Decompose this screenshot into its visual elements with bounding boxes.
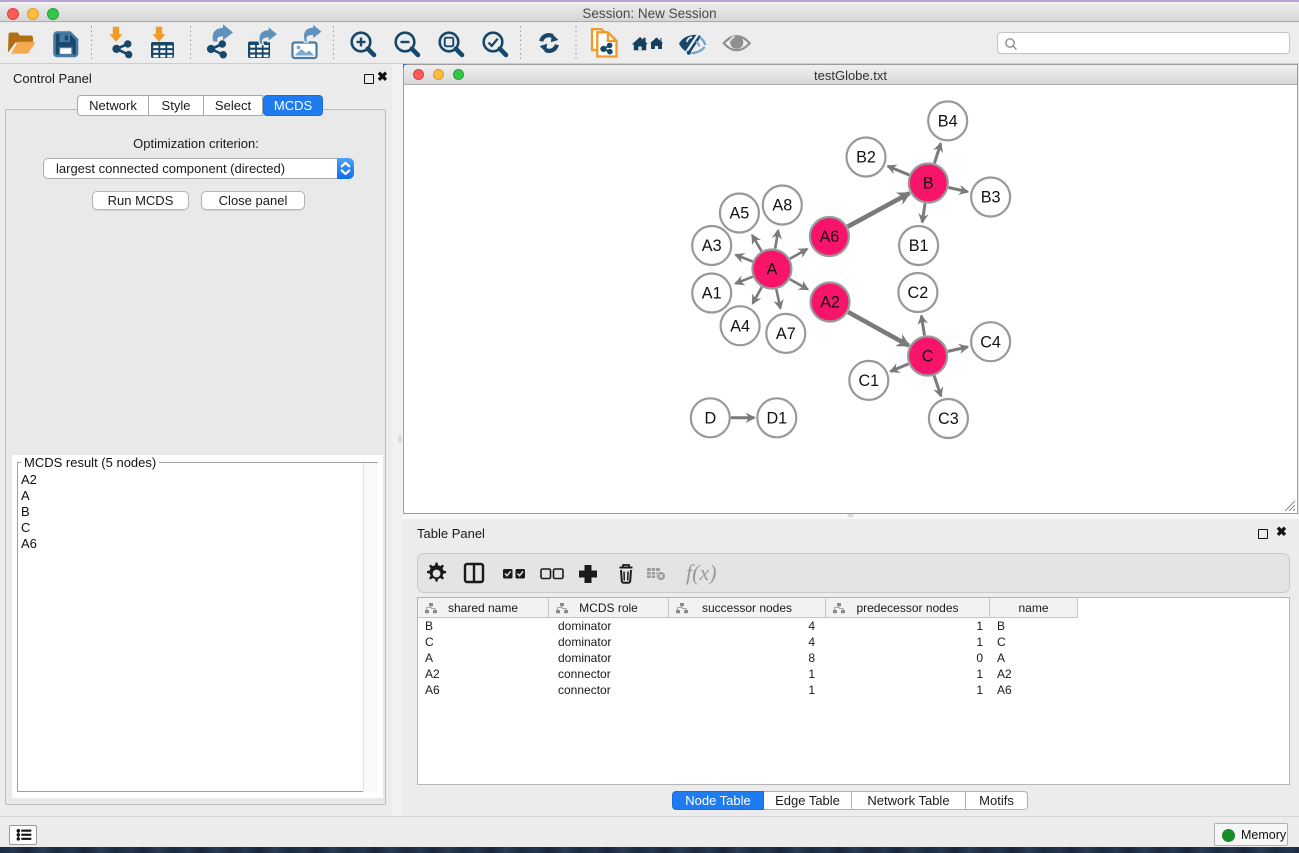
svg-text:A6: A6 [819, 228, 839, 246]
svg-text:B4: B4 [938, 113, 958, 131]
svg-text:D: D [704, 410, 716, 428]
svg-text:A1: A1 [702, 285, 722, 303]
svg-text:A3: A3 [702, 237, 722, 255]
svg-text:A2: A2 [820, 294, 840, 312]
svg-text:B2: B2 [856, 149, 876, 167]
svg-text:B: B [923, 175, 934, 193]
svg-text:C1: C1 [858, 372, 879, 390]
svg-text:D1: D1 [766, 410, 787, 428]
svg-text:C2: C2 [908, 284, 929, 302]
svg-text:A4: A4 [730, 317, 750, 335]
svg-text:C: C [922, 348, 934, 366]
svg-text:A7: A7 [776, 325, 796, 343]
svg-text:A: A [766, 261, 777, 279]
svg-text:B3: B3 [981, 189, 1001, 207]
svg-text:B1: B1 [909, 237, 929, 255]
svg-text:f(x): f(x) [686, 560, 717, 585]
svg-text:C4: C4 [980, 333, 1001, 351]
svg-text:C3: C3 [938, 410, 959, 428]
svg-text:A5: A5 [729, 205, 749, 223]
svg-text:A8: A8 [772, 197, 792, 215]
